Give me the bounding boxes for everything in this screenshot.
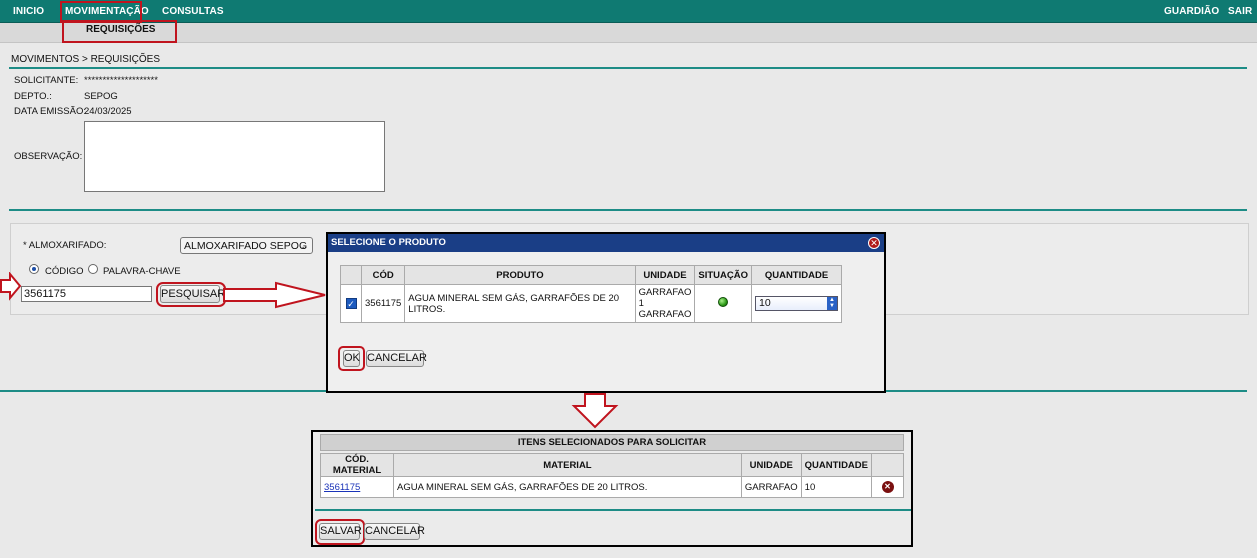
- nav-consultas[interactable]: CONSULTAS: [162, 6, 224, 17]
- col-header: [871, 453, 904, 477]
- highlight-pesquisar: [156, 282, 226, 307]
- unidade-line: GARRAFAO: [638, 287, 692, 298]
- cell-unidade: GARRAFAO 1 GARRAFAO: [634, 284, 696, 323]
- depto-label: DEPTO.:: [14, 91, 52, 102]
- unidade-line: 1: [638, 298, 644, 309]
- selected-items-table: CÓD. MATERIAL MATERIAL UNIDADE QUANTIDAD…: [320, 453, 904, 498]
- divider: [9, 67, 1247, 69]
- cell-material: AGUA MINERAL SEM GÁS, GARRAFÕES DE 20 LI…: [393, 476, 742, 498]
- radio-palavra-chave[interactable]: [88, 264, 98, 274]
- spinner-arrows-icon[interactable]: ▲ ▼: [827, 297, 837, 310]
- arrow-right-icon: [0, 272, 22, 301]
- breadcrumb-parent[interactable]: MOVIMENTOS: [11, 54, 79, 65]
- col-header: PRODUTO: [404, 265, 636, 285]
- solicitante-label: SOLICITANTE:: [14, 75, 79, 86]
- highlight-ok: [338, 346, 365, 371]
- breadcrumb-separator: >: [81, 54, 88, 65]
- table-row: ✓ 3561175 AGUA MINERAL SEM GÁS, GARRAFÕE…: [340, 284, 842, 323]
- col-header: UNIDADE: [740, 453, 802, 477]
- row-checkbox-cell: ✓: [340, 284, 362, 323]
- cell-cod-material: 3561175: [320, 476, 394, 498]
- cell-situacao: [694, 284, 752, 323]
- quantity-value: 10: [759, 297, 771, 309]
- table-row: 3561175 AGUA MINERAL SEM GÁS, GARRAFÕES …: [320, 476, 904, 498]
- observacao-label: OBSERVAÇÃO:: [14, 151, 83, 162]
- dialog-title: SELECIONE O PRODUTO: [328, 234, 884, 252]
- radio-codigo[interactable]: [29, 264, 39, 274]
- nav-guardiao[interactable]: GUARDIÃO: [1164, 6, 1219, 17]
- remove-icon[interactable]: ✕: [881, 481, 894, 493]
- selected-items-caption: ITENS SELECIONADOS PARA SOLICITAR: [320, 434, 904, 451]
- col-header: UNIDADE: [634, 265, 696, 285]
- radio-palavra-chave-label: PALAVRA-CHAVE: [103, 266, 181, 277]
- almoxarifado-select[interactable]: ALMOXARIFADO SEPOG ⌄: [180, 237, 313, 254]
- col-header: CÓD: [360, 265, 406, 285]
- col-header: QUANTIDADE: [800, 453, 873, 477]
- status-ok-icon: [718, 297, 729, 307]
- arrow-down-icon: [571, 393, 619, 429]
- select-product-dialog: SELECIONE O PRODUTO ✕ CÓD PRODUTO UNIDAD…: [326, 232, 886, 393]
- col-header: CÓD. MATERIAL: [320, 453, 394, 477]
- selected-items-panel: ITENS SELECIONADOS PARA SOLICITAR CÓD. M…: [311, 430, 913, 547]
- cell-cod: 3561175: [360, 284, 406, 323]
- observacao-textarea[interactable]: [84, 121, 385, 192]
- row-checkbox[interactable]: ✓: [345, 297, 357, 309]
- data-emissao-label: DATA EMISSÃO:: [14, 106, 86, 117]
- col-header: QUANTIDADE: [751, 265, 842, 285]
- highlight-salvar: [315, 519, 365, 545]
- quantity-stepper[interactable]: 10 ▲ ▼: [755, 296, 838, 311]
- cell-remove: ✕: [871, 476, 904, 498]
- almoxarifado-label: * ALMOXARIFADO:: [23, 240, 107, 251]
- depto-value: SEPOG: [84, 91, 118, 102]
- highlight-requisicoes: [62, 20, 177, 43]
- col-header: MATERIAL: [393, 453, 742, 477]
- breadcrumb-current: REQUISIÇÕES: [90, 54, 161, 65]
- top-nav-bar: INICIO MOVIMENTAÇÃO CONSULTAS GUARDIÃO S…: [0, 0, 1257, 23]
- nav-inicio[interactable]: INICIO: [13, 6, 44, 17]
- divider: [9, 209, 1247, 211]
- code-input[interactable]: 3561175: [21, 286, 152, 302]
- solicitante-value: ********************: [84, 75, 158, 86]
- cell-unidade: GARRAFAO: [740, 476, 802, 498]
- product-table: CÓD PRODUTO UNIDADE SITUAÇÃO QUANTIDADE …: [340, 265, 842, 323]
- material-code-link[interactable]: 3561175: [324, 482, 360, 493]
- arrow-right-icon: [223, 281, 326, 309]
- chevron-down-icon: ⌄: [300, 241, 308, 251]
- cancel-button[interactable]: CANCELAR: [364, 523, 425, 540]
- nav-sair[interactable]: SAIR: [1228, 6, 1252, 17]
- breadcrumb: MOVIMENTOS > REQUISIÇÕES: [11, 54, 160, 65]
- cell-quantidade: 10: [800, 476, 873, 498]
- cancel-button[interactable]: CANCELAR: [366, 350, 427, 367]
- radio-codigo-label: CÓDIGO: [45, 266, 84, 277]
- unidade-line: GARRAFAO: [638, 309, 692, 320]
- sub-nav-bar: REQUISIÇÕES: [0, 23, 1257, 43]
- close-icon[interactable]: ✕: [868, 237, 880, 249]
- col-header: [340, 265, 362, 285]
- cell-quantidade: 10 ▲ ▼: [751, 284, 842, 323]
- cell-produto: AGUA MINERAL SEM GÁS, GARRAFÕES DE 20 LI…: [404, 284, 636, 323]
- almoxarifado-selected: ALMOXARIFADO SEPOG: [184, 240, 308, 252]
- data-emissao-value: 24/03/2025: [84, 106, 132, 117]
- divider: [315, 509, 911, 511]
- col-header: SITUAÇÃO: [694, 265, 752, 285]
